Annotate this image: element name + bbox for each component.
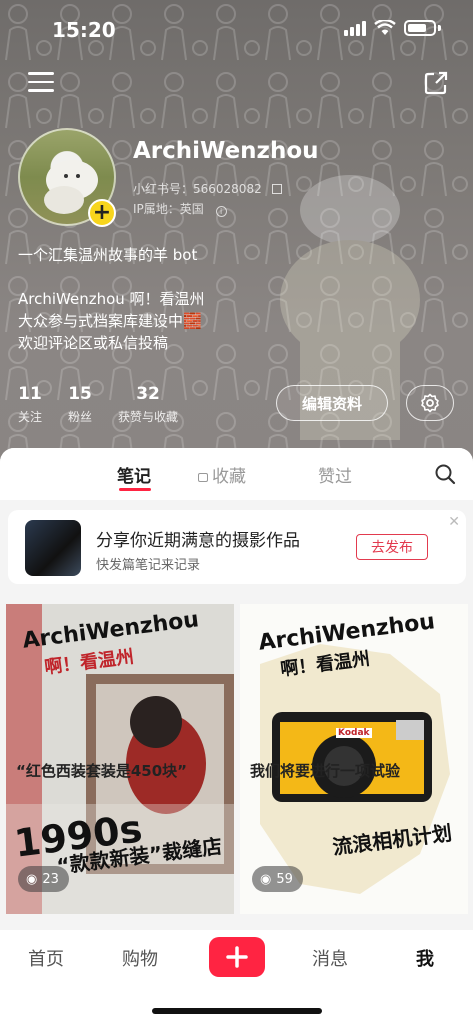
promo-subtitle: 快发篇笔记来记录 (96, 558, 201, 573)
camera-brand-label: Kodak (336, 728, 372, 738)
status-time: 15:20 (52, 18, 116, 42)
nav-home[interactable]: 首页 (28, 945, 64, 971)
stat-followers[interactable]: 15 粉丝 (68, 384, 92, 425)
post-card[interactable]: ArchiWenzhou 啊！看温州 1990s “款款新装”裁缝店 ◉ 23 (6, 604, 234, 914)
info-icon[interactable]: i (215, 206, 227, 217)
post-title[interactable]: “红色西装套装是450块” (16, 760, 244, 781)
create-post-button[interactable] (209, 937, 265, 977)
cellular-signal-icon (344, 20, 366, 36)
share-icon[interactable] (423, 70, 449, 96)
status-bar: 15:20 (0, 0, 473, 60)
stat-likes-collections[interactable]: 32 获赞与收藏 (118, 384, 178, 425)
eye-icon: ◉ (260, 871, 272, 887)
ip-location: IP属地：英国 i (133, 200, 227, 217)
profile-tabs: 笔记 收藏 赞过 (0, 448, 473, 500)
settings-button[interactable] (406, 385, 454, 421)
menu-icon[interactable] (28, 72, 54, 94)
bottom-navigation: 首页 购物 消息 我 (0, 930, 473, 1024)
publish-button[interactable]: 去发布 (356, 534, 428, 560)
gear-icon (421, 393, 439, 413)
red-id: 小红书号：566028082 (133, 180, 282, 197)
profile-stats: 11 关注 15 粉丝 32 获赞与收藏 (18, 384, 204, 425)
username: ArchiWenzhou (133, 138, 319, 164)
stat-following[interactable]: 11 关注 (18, 384, 42, 425)
view-count-badge: ◉ 59 (252, 866, 303, 892)
plus-icon (226, 946, 248, 968)
promo-thumbnail (25, 520, 81, 576)
add-avatar-button[interactable]: + (88, 199, 116, 227)
bio-line: 一个汇集温州故事的羊 bot (18, 246, 198, 264)
wifi-icon (374, 20, 396, 35)
view-count-badge: ◉ 23 (18, 866, 69, 892)
nav-shop[interactable]: 购物 (122, 945, 158, 971)
promo-title: 分享你近期满意的摄影作品 (96, 531, 300, 551)
lock-icon (198, 473, 208, 482)
eye-icon: ◉ (26, 871, 38, 887)
tab-likes[interactable]: 赞过 (318, 462, 352, 487)
post-card[interactable]: ArchiWenzhou 啊！看温州 Kodak 流浪相机计划 ◉ 59 (240, 604, 468, 914)
nav-me[interactable]: 我 (416, 945, 434, 971)
bio-line: 欢迎评论区或私信投稿 (18, 334, 169, 352)
battery-icon (404, 20, 436, 36)
tab-collections[interactable]: 收藏 (198, 462, 246, 487)
close-icon[interactable]: ✕ (448, 514, 460, 530)
edit-profile-button[interactable]: 编辑资料 (276, 385, 388, 421)
home-indicator (152, 1008, 322, 1014)
active-tab-indicator (119, 488, 151, 491)
bio-line: 大众参与式档案库建设中🧱 (18, 312, 202, 330)
bio-line: ArchiWenzhou 啊！看温州 (18, 290, 205, 308)
tab-notes[interactable]: 笔记 (117, 462, 151, 487)
search-icon[interactable] (434, 463, 456, 485)
publish-prompt-card[interactable]: 分享你近期满意的摄影作品 快发篇笔记来记录 去发布 ✕ (8, 510, 466, 584)
post-title[interactable]: 我们将要进行一项试验 (250, 760, 473, 781)
nav-messages[interactable]: 消息 (312, 945, 348, 971)
qr-code-icon[interactable] (271, 184, 282, 194)
